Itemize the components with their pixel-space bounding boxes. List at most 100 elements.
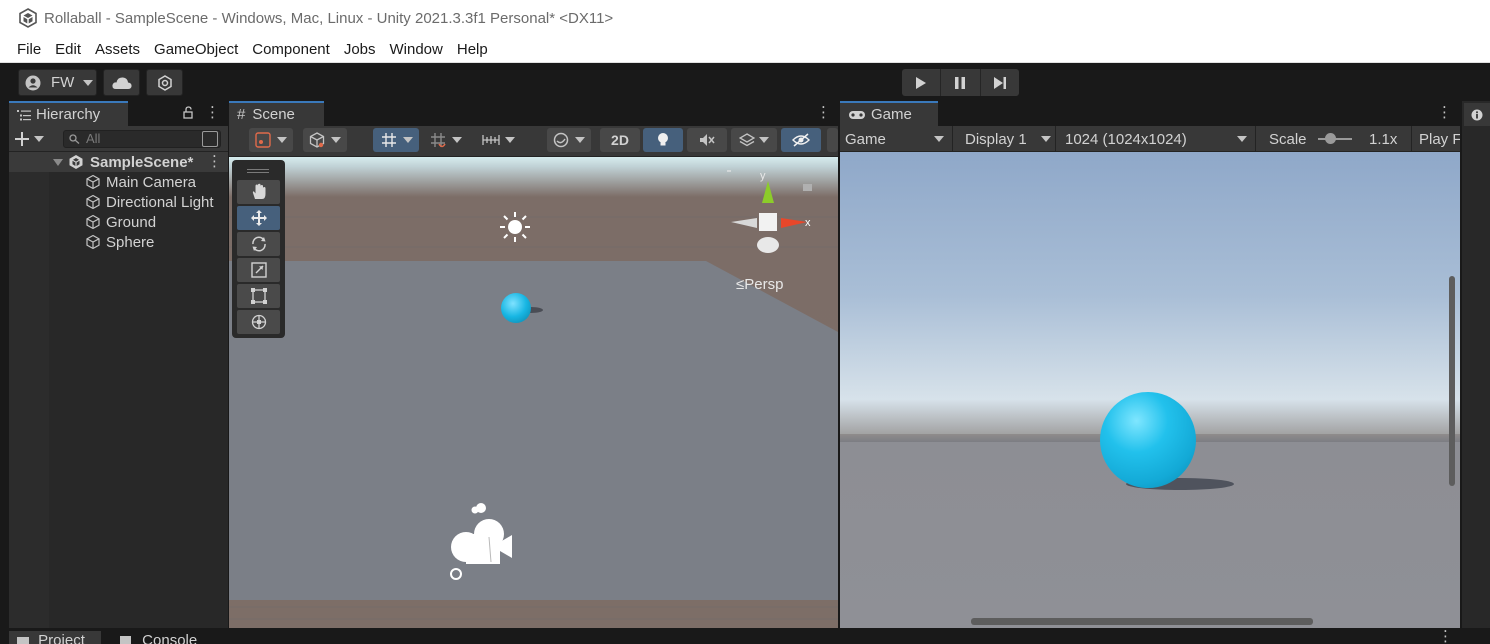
effects-layers-icon [739, 133, 755, 147]
game-view-dropdown[interactable]: Game [840, 126, 953, 152]
camera-gizmo-icon[interactable] [444, 497, 530, 581]
chevron-down-icon [83, 79, 94, 86]
lighting-toggle[interactable] [643, 128, 683, 152]
collab-button[interactable] [146, 69, 183, 96]
search-scope-icon[interactable] [202, 131, 218, 147]
shading-dropdown[interactable] [303, 128, 347, 152]
hierarchy-item-sphere[interactable]: Sphere [9, 232, 228, 252]
menu-gameobject[interactable]: GameObject [147, 36, 245, 63]
hierarchy-menu-icon[interactable]: ⋮ [205, 105, 220, 121]
sphere-view-icon [553, 132, 569, 148]
ruler-dropdown[interactable] [475, 128, 521, 152]
chevron-down-icon [1041, 136, 1051, 142]
scale-label: Scale [1269, 130, 1307, 148]
sphere-object[interactable] [501, 293, 531, 323]
transform-tool-palette [232, 160, 285, 338]
menu-component[interactable]: Component [245, 36, 337, 63]
display-label: Display 1 [965, 130, 1027, 148]
create-dropdown[interactable] [15, 129, 49, 149]
menu-assets[interactable]: Assets [88, 36, 147, 63]
window-title: Rollaball - SampleScene - Windows, Mac, … [44, 9, 614, 27]
game-view-label: Game [845, 130, 886, 148]
menu-window[interactable]: Window [383, 36, 450, 63]
move-tool-button[interactable] [237, 206, 280, 230]
play-focus-dropdown[interactable]: Play F [1414, 126, 1460, 152]
menu-edit[interactable]: Edit [48, 36, 88, 63]
step-button[interactable] [981, 69, 1019, 96]
account-dropdown[interactable]: FW [18, 69, 97, 96]
hierarchy-tree: SampleScene* ⋮ Main Camera Directional L… [9, 152, 228, 628]
scene-viewport[interactable]: y x ≤Persp [229, 157, 838, 628]
info-icon [1471, 109, 1483, 120]
resolution-label: 1024 (1024x1024) [1065, 130, 1187, 148]
game-tabstrip: Game ⋮ [840, 101, 1460, 126]
horizontal-scrollbar[interactable] [971, 618, 1313, 625]
tab-scene[interactable]: # Scene [229, 101, 324, 126]
scene-menu-icon[interactable]: ⋮ [207, 154, 222, 170]
folder-icon [17, 637, 29, 644]
menu-jobs[interactable]: Jobs [337, 36, 383, 63]
chevron-down-icon [759, 137, 769, 143]
rect-tool-button[interactable] [237, 284, 280, 308]
vertical-scrollbar[interactable] [1449, 276, 1455, 486]
scale-slider-thumb[interactable] [1325, 133, 1336, 144]
sphere-object[interactable] [1100, 392, 1196, 488]
grid-snap-toggle[interactable] [373, 128, 419, 152]
menu-help[interactable]: Help [450, 36, 495, 63]
increment-snap-dropdown[interactable] [423, 128, 467, 152]
tab-project[interactable]: Project [9, 631, 101, 644]
hierarchy-search-input[interactable]: All [63, 130, 221, 148]
chevron-down-icon [402, 137, 413, 143]
view-options-dropdown[interactable] [547, 128, 591, 152]
hierarchy-item-main-camera[interactable]: Main Camera [9, 172, 228, 192]
display-dropdown[interactable]: Display 1 [960, 126, 1056, 152]
resolution-dropdown[interactable]: 1024 (1024x1024) [1060, 126, 1256, 152]
chevron-down-icon [34, 136, 44, 142]
hierarchy-item-label: Ground [106, 213, 157, 231]
rotate-tool-button[interactable] [237, 232, 280, 256]
effects-dropdown[interactable] [731, 128, 777, 152]
pause-button[interactable] [941, 69, 981, 96]
chevron-down-icon [277, 137, 287, 143]
mode-2d-toggle[interactable]: 2D [600, 128, 640, 152]
scale-tool-button[interactable] [237, 258, 280, 282]
hidden-objects-toggle[interactable] [781, 128, 821, 152]
draw-mode-dropdown[interactable] [249, 128, 293, 152]
menu-file[interactable]: File [10, 36, 48, 63]
perspective-label[interactable]: ≤Persp [736, 276, 783, 293]
game-menu-icon[interactable]: ⋮ [1437, 105, 1452, 121]
menu-bar: File Edit Assets GameObject Component Jo… [0, 36, 1490, 63]
cloud-button[interactable] [103, 69, 140, 96]
tab-console[interactable]: Console [112, 631, 212, 644]
increment-snap-icon [430, 133, 446, 148]
hierarchy-toolbar: All [9, 126, 228, 152]
scene-menu-icon[interactable]: ⋮ [816, 105, 831, 121]
search-placeholder: All [86, 131, 101, 146]
hierarchy-item-ground[interactable]: Ground [9, 212, 228, 232]
game-view-toolbar: Game Display 1 1024 (1024x1024) Scale 1.… [840, 126, 1460, 152]
hand-icon [252, 183, 265, 199]
rotate-icon [251, 236, 266, 252]
expand-arrow-icon[interactable] [53, 159, 63, 166]
inspector-tab[interactable] [1464, 103, 1490, 126]
directional-light-gizmo-icon[interactable] [498, 210, 532, 244]
scene-toolbar-overflow[interactable] [827, 128, 838, 152]
play-button[interactable] [902, 69, 942, 96]
bottom-panel-menu-icon[interactable]: ⋮ [1438, 629, 1453, 644]
transform-tool-button[interactable] [237, 310, 280, 334]
console-icon [120, 636, 131, 644]
unity-scene-icon [69, 155, 83, 169]
palette-drag-handle[interactable] [247, 169, 269, 170]
lock-icon[interactable] [183, 106, 193, 119]
hand-tool-button[interactable] [237, 180, 280, 204]
orientation-gizmo-icon[interactable]: y x [727, 167, 817, 259]
hierarchy-item-directional-light[interactable]: Directional Light [9, 192, 228, 212]
scale-icon [250, 262, 267, 278]
audio-toggle[interactable] [687, 128, 727, 152]
gamepad-icon [849, 110, 865, 119]
chevron-down-icon [331, 137, 341, 143]
tab-hierarchy[interactable]: Hierarchy [9, 101, 128, 126]
hierarchy-scene-row[interactable]: SampleScene* ⋮ [9, 152, 228, 172]
tab-game[interactable]: Game [840, 101, 938, 126]
game-viewport[interactable] [840, 152, 1460, 628]
